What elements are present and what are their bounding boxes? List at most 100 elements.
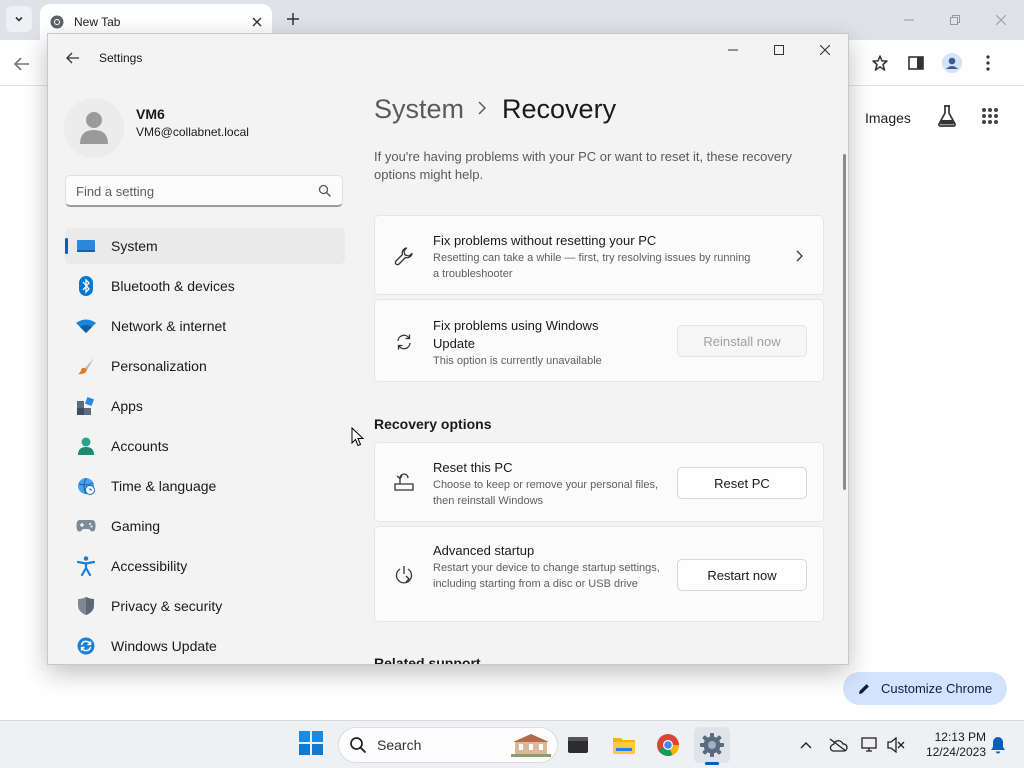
customize-chrome-button[interactable]: Customize Chrome xyxy=(843,672,1007,705)
find-setting-input[interactable] xyxy=(66,176,306,206)
taskbar-settings[interactable] xyxy=(694,727,730,765)
profile-button[interactable] xyxy=(934,46,970,80)
browser-tab-title: New Tab xyxy=(74,15,121,29)
arrow-left-icon xyxy=(66,52,79,64)
mouse-cursor-icon xyxy=(351,427,365,447)
taskbar-clock[interactable]: 12:13 PM 12/24/2023 xyxy=(912,730,986,760)
shield-icon xyxy=(75,595,97,617)
card-description: Restart your device to change startup se… xyxy=(433,562,660,590)
restart-now-button[interactable]: Restart now xyxy=(677,559,807,591)
settings-close-button[interactable] xyxy=(802,34,848,66)
browser-restore-button[interactable] xyxy=(932,0,978,40)
gear-icon xyxy=(700,733,724,757)
taskbar-file-explorer[interactable] xyxy=(606,727,642,763)
fix-without-reset-card[interactable]: Fix problems without resetting your PC R… xyxy=(374,215,824,295)
recovery-options-heading: Recovery options xyxy=(374,416,492,432)
google-apps-button[interactable] xyxy=(981,107,999,130)
network-tray-button[interactable] xyxy=(858,729,882,761)
minimize-icon xyxy=(904,19,914,21)
browser-close-button[interactable] xyxy=(978,0,1024,40)
chevron-down-icon xyxy=(15,16,23,22)
settings-back-button[interactable] xyxy=(62,48,84,68)
chrome-menu-button[interactable] xyxy=(970,46,1006,80)
show-hidden-icons-button[interactable] xyxy=(794,729,818,761)
taskbar-chrome[interactable] xyxy=(650,727,686,763)
plus-icon xyxy=(287,13,299,25)
reset-pc-card: Reset this PC Choose to keep or remove y… xyxy=(374,442,824,522)
sidebar-item-gaming[interactable]: Gaming xyxy=(65,508,345,544)
apps-grid-icon xyxy=(981,107,998,124)
settings-minimize-button[interactable] xyxy=(710,34,756,66)
advanced-startup-card: Advanced startup Restart your device to … xyxy=(374,526,824,622)
star-icon xyxy=(872,55,888,71)
settings-maximize-button[interactable] xyxy=(756,34,802,66)
content-scrollbar[interactable] xyxy=(843,154,846,490)
sidebar-item-label: Windows Update xyxy=(111,638,217,654)
card-description: Choose to keep or remove your personal f… xyxy=(433,479,659,507)
clock-date: 12/24/2023 xyxy=(925,745,986,759)
search-icon[interactable] xyxy=(318,184,332,198)
settings-nav: System Bluetooth & devices Network & int… xyxy=(65,228,345,664)
chrome-favicon-icon xyxy=(50,15,64,29)
search-highlight-icon xyxy=(511,734,551,757)
browser-minimize-button[interactable] xyxy=(886,0,932,40)
taskbar-terminal[interactable] xyxy=(560,727,596,763)
breadcrumb-system-link[interactable]: System xyxy=(374,94,464,125)
sidebar-item-bluetooth-devices[interactable]: Bluetooth & devices xyxy=(65,268,345,304)
settings-window: Settings VM6 VM6@collabnet.local System xyxy=(47,33,849,665)
sidebar-item-system[interactable]: System xyxy=(65,228,345,264)
sidebar-item-apps[interactable]: Apps xyxy=(65,388,345,424)
sidebar-item-accessibility[interactable]: Accessibility xyxy=(65,548,345,584)
bell-icon xyxy=(991,737,1005,754)
flask-icon xyxy=(937,104,956,127)
reset-pc-button[interactable]: Reset PC xyxy=(677,467,807,499)
sidebar-item-label: Accounts xyxy=(111,438,169,454)
maximize-icon xyxy=(774,45,784,55)
chrome-icon xyxy=(657,734,679,756)
card-title: Advanced startup xyxy=(433,543,535,558)
tab-search-button[interactable] xyxy=(6,6,32,32)
volume-tray-button[interactable] xyxy=(884,729,908,761)
arrow-left-icon xyxy=(14,57,29,71)
reset-pc-icon xyxy=(393,472,415,494)
sidebar-item-accounts[interactable]: Accounts xyxy=(65,428,345,464)
sidebar-item-network-internet[interactable]: Network & internet xyxy=(65,308,345,344)
start-button[interactable] xyxy=(298,730,326,758)
sidebar-item-label: Time & language xyxy=(111,478,217,494)
avatar xyxy=(64,98,124,158)
customize-chrome-label: Customize Chrome xyxy=(881,681,993,696)
terminal-icon xyxy=(568,737,588,753)
notifications-button[interactable] xyxy=(986,729,1010,761)
sidebar-item-privacy-security[interactable]: Privacy & security xyxy=(65,588,345,624)
page-title: Recovery xyxy=(502,94,617,124)
power-restart-icon xyxy=(393,564,415,586)
taskbar-search-box[interactable]: Search xyxy=(338,727,558,763)
related-support-heading: Related support xyxy=(374,655,481,665)
bluetooth-icon xyxy=(75,275,97,297)
sidebar-item-personalization[interactable]: Personalization xyxy=(65,348,345,384)
sidebar-item-time-language[interactable]: Time & language xyxy=(65,468,345,504)
network-monitor-icon xyxy=(861,737,877,752)
side-panel-button[interactable] xyxy=(898,46,934,80)
card-description: Resetting can take a while — first, try … xyxy=(433,252,751,280)
close-tab-icon[interactable] xyxy=(252,17,262,27)
settings-titlebar: Settings xyxy=(48,34,848,82)
user-profile[interactable]: VM6 VM6@collabnet.local xyxy=(64,98,324,158)
images-link[interactable]: Images xyxy=(865,110,911,126)
sidebar-item-windows-update[interactable]: Windows Update xyxy=(65,628,345,664)
gamepad-icon xyxy=(75,515,97,537)
apps-icon xyxy=(75,395,97,417)
new-tab-button[interactable] xyxy=(282,8,304,30)
toolbar-right-actions xyxy=(848,46,1024,80)
more-vertical-icon xyxy=(986,55,990,71)
browser-back-button[interactable] xyxy=(10,52,34,76)
chevron-right-icon xyxy=(478,98,487,121)
sync-icon xyxy=(393,331,415,353)
active-app-indicator xyxy=(705,762,719,765)
sidebar-item-label: Network & internet xyxy=(111,318,227,334)
bookmark-button[interactable] xyxy=(862,46,898,80)
search-labs-button[interactable] xyxy=(937,104,957,132)
taskbar: Search 12:13 PM 12/24/2023 xyxy=(0,720,1024,768)
onedrive-tray-button[interactable] xyxy=(826,729,850,761)
search-icon xyxy=(350,737,367,754)
